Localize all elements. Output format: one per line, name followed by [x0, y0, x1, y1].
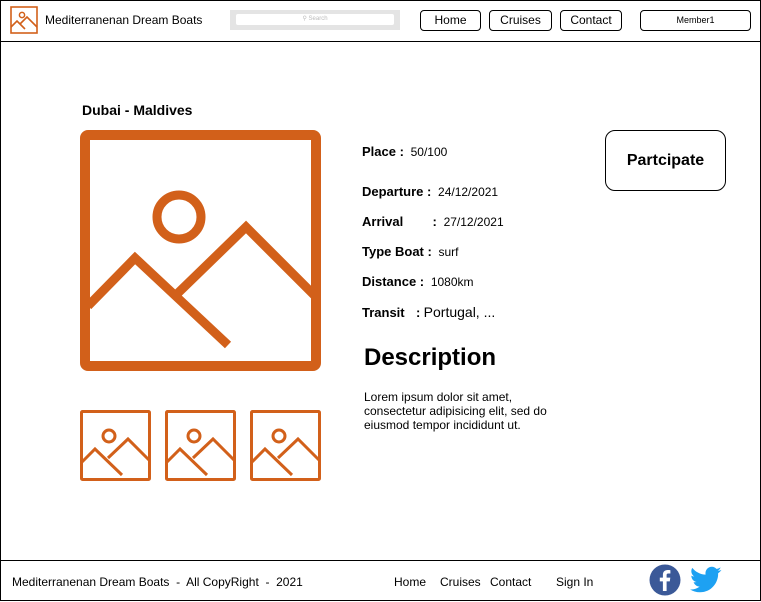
footer: Mediterranenan Dream Boats - All CopyRig…: [0, 560, 761, 602]
detail-departure: Departure : 24/12/2021: [362, 184, 498, 199]
brand-name[interactable]: Mediterranenan Dream Boats: [45, 13, 202, 27]
description-text: Lorem ipsum dolor sit amet, consectetur …: [364, 390, 547, 432]
search-icon: ⚲: [302, 16, 307, 22]
detail-value: 50/100: [410, 145, 448, 159]
detail-type-boat: Type Boat : surf: [362, 244, 459, 259]
search-input[interactable]: ⚲ Search: [236, 14, 394, 25]
thumbnail-image-icon[interactable]: [250, 410, 321, 481]
detail-place: Place : 50/100: [362, 144, 447, 159]
detail-label: Place :: [362, 144, 404, 159]
detail-label: Transit: [362, 305, 405, 320]
detail-label: Type Boat :: [362, 244, 432, 259]
detail-value: surf: [438, 245, 459, 259]
nav-contact-button[interactable]: Contact: [560, 10, 622, 31]
detail-transit: Transit : Portugal, ...: [362, 304, 495, 320]
member-account-button[interactable]: Member1: [640, 10, 751, 31]
detail-distance: Distance : 1080km: [362, 274, 474, 289]
trip-title: Dubai - Maldives: [82, 102, 193, 118]
search-bar[interactable]: ⚲ Search: [230, 10, 400, 30]
detail-label: Departure :: [362, 184, 432, 199]
thumbnail-image-icon[interactable]: [165, 410, 236, 481]
thumbnail-image-icon[interactable]: [80, 410, 151, 481]
participate-button[interactable]: Partcipate: [605, 130, 726, 191]
header: Mediterranenan Dream Boats ⚲ Search Home…: [0, 0, 761, 42]
nav-home-button[interactable]: Home: [420, 10, 481, 31]
description-heading: Description: [364, 344, 497, 371]
search-placeholder: Search: [308, 16, 328, 22]
detail-separator: :: [415, 305, 421, 320]
facebook-icon[interactable]: [649, 564, 681, 596]
detail-value: 27/12/2021: [443, 215, 504, 229]
detail-value: 24/12/2021: [438, 185, 499, 199]
footer-link-contact[interactable]: Contact: [490, 575, 531, 589]
logo-icon[interactable]: [10, 6, 38, 34]
footer-link-sign-in[interactable]: Sign In: [556, 575, 593, 589]
detail-value: 1080km: [430, 275, 474, 289]
detail-arrival: Arrival : 27/12/2021: [362, 214, 504, 229]
detail-label: Arrival: [362, 214, 404, 229]
detail-separator: :: [432, 214, 437, 229]
detail-label: Distance :: [362, 274, 425, 289]
footer-copyright: Mediterranenan Dream Boats - All CopyRig…: [12, 575, 303, 589]
footer-link-cruises[interactable]: Cruises: [440, 575, 481, 589]
twitter-icon[interactable]: [690, 566, 722, 594]
main-image-placeholder-icon: [80, 130, 321, 371]
footer-link-home[interactable]: Home: [394, 575, 426, 589]
nav-cruises-button[interactable]: Cruises: [489, 10, 552, 31]
detail-value: Portugal, ...: [423, 304, 496, 320]
